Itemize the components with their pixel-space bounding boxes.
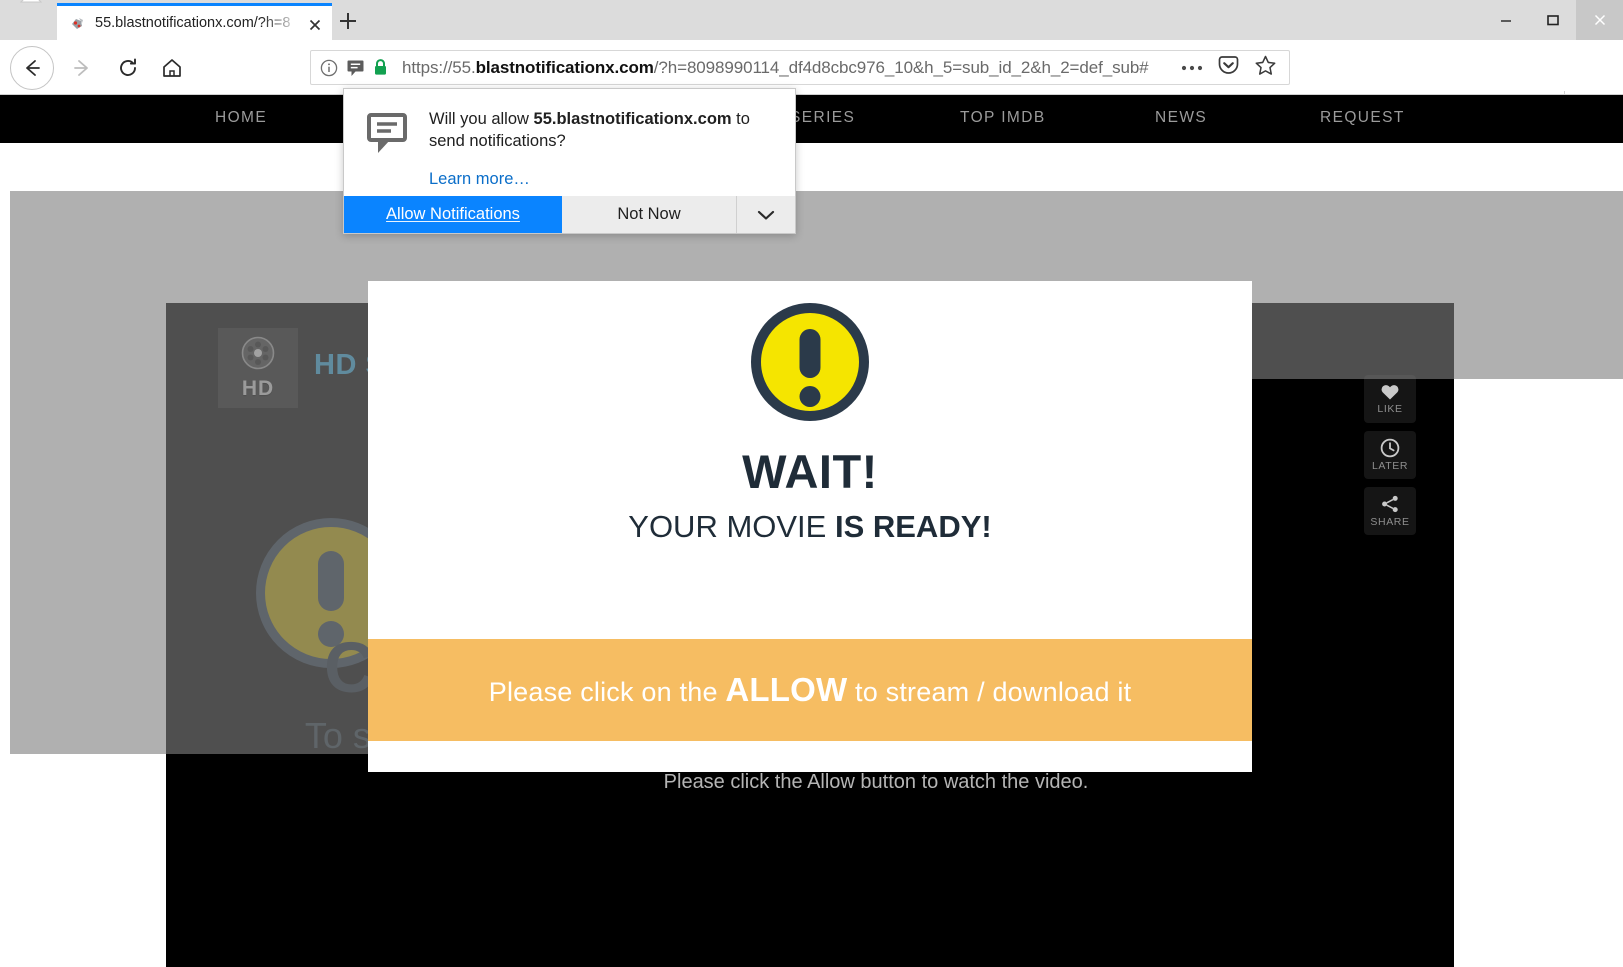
modal-title: WAIT!	[742, 445, 878, 498]
not-now-button[interactable]: Not Now	[562, 196, 737, 233]
banner-suffix: to stream / download it	[847, 677, 1132, 707]
doorhanger-body: Will you allow 55.blastnotificationx.com…	[344, 89, 795, 197]
new-tab-button[interactable]	[332, 6, 364, 36]
warning-bang	[799, 329, 821, 378]
video-side-actions: LIKE LATER SHARE	[1364, 375, 1416, 535]
url-text[interactable]: https://55.blastnotificationx.com/?h=809…	[402, 58, 1149, 78]
page-content: HOME MOVIES SERIES TOP IMDB NEWS REQUEST	[0, 95, 1623, 967]
urlbar-actions	[1181, 54, 1289, 82]
url-bar[interactable]: https://55.blastnotificationx.com/?h=809…	[310, 50, 1290, 85]
site-navigation: HOME MOVIES SERIES TOP IMDB NEWS REQUEST	[0, 95, 1623, 143]
notification-permission-doorhanger: Will you allow 55.blastnotificationx.com…	[343, 88, 796, 234]
later-button[interactable]: LATER	[1364, 431, 1416, 479]
nav-item-request[interactable]: REQUEST	[1320, 109, 1405, 127]
page-actions-icon[interactable]	[1181, 59, 1203, 77]
url-path: /?h=8098990114_df4d8cbc976_10&h_5=sub_id…	[653, 57, 1149, 77]
doorhanger-dropdown-button[interactable]	[737, 196, 795, 233]
notification-permission-icon[interactable]	[345, 57, 366, 78]
question-site: 55.blastnotificationx.com	[533, 110, 732, 128]
share-button[interactable]: SHARE	[1364, 487, 1416, 535]
notification-bubble-icon	[366, 111, 411, 197]
share-label: SHARE	[1370, 516, 1410, 528]
window-controls	[1482, 0, 1623, 40]
browser-tab[interactable]: 55.blastnotificationx.com/?h=8	[57, 3, 332, 40]
question-prefix: Will you allow	[429, 110, 534, 128]
reload-button[interactable]	[108, 48, 148, 88]
page-body: HD HD STREAM CLICK HERE	[0, 143, 1623, 967]
clock-icon	[1380, 438, 1400, 458]
maximize-button[interactable]	[1529, 0, 1576, 40]
share-icon	[1382, 495, 1398, 513]
learn-more-link[interactable]: Learn more…	[429, 170, 530, 189]
url-scheme: https://	[402, 57, 453, 77]
like-button[interactable]: LIKE	[1364, 375, 1416, 423]
heart-icon	[1381, 385, 1399, 400]
like-label: LIKE	[1377, 403, 1403, 415]
lock-icon[interactable]	[372, 58, 389, 77]
home-button[interactable]	[152, 48, 192, 88]
banner-prefix: Please click on the	[488, 677, 726, 707]
modal-subtitle-normal: YOUR MOVIE	[628, 509, 835, 544]
allow-notifications-label: Allow Notifications	[386, 205, 520, 223]
close-button[interactable]	[1576, 0, 1623, 40]
nav-item-news[interactable]: NEWS	[1155, 109, 1207, 127]
tab-title: 55.blastnotificationx.com/?h=8	[95, 15, 291, 31]
minimize-button[interactable]	[1482, 0, 1529, 40]
browser-toolbar: https://55.blastnotificationx.com/?h=809…	[0, 40, 1623, 117]
banner-allow-word: ALLOW	[725, 671, 848, 708]
warning-dot	[799, 386, 821, 407]
modal-subtitle-bold: IS READY!	[834, 509, 992, 544]
url-subdomain: 55.	[452, 57, 476, 77]
nav-item-series[interactable]: SERIES	[790, 109, 855, 127]
tab-close-icon[interactable]	[306, 16, 324, 34]
scam-overlay-modal: WAIT! YOUR MOVIE IS READY! Please click …	[368, 281, 1252, 772]
forward-button	[62, 48, 102, 88]
playback-note-line2: Please click the Allow button to watch t…	[663, 771, 1089, 793]
modal-subtitle: YOUR MOVIE IS READY!	[368, 509, 1252, 545]
nav-item-top-imdb[interactable]: TOP IMDB	[960, 109, 1046, 127]
not-now-label: Not Now	[617, 205, 681, 223]
doorhanger-buttons: Allow Notifications Not Now	[344, 196, 795, 233]
site-favicon	[69, 15, 86, 32]
doorhanger-question: Will you allow 55.blastnotificationx.com…	[429, 109, 773, 153]
pocket-icon[interactable]	[1217, 54, 1240, 82]
bookmark-star-icon[interactable]	[1254, 54, 1277, 82]
browser-window-chrome: 55.blastnotificationx.com/?h=8 https://5…	[0, 0, 1623, 117]
titlebar: 55.blastnotificationx.com/?h=8	[0, 0, 1623, 40]
doorhanger-text: Will you allow 55.blastnotificationx.com…	[429, 109, 773, 197]
url-domain: blastnotificationx.com	[475, 57, 654, 77]
later-label: LATER	[1371, 460, 1409, 472]
nav-item-home[interactable]: HOME	[215, 109, 267, 127]
modal-banner-text: Please click on the ALLOW to stream / do…	[489, 671, 1132, 709]
chevron-down-icon	[757, 210, 775, 220]
allow-notifications-button[interactable]: Allow Notifications	[344, 196, 562, 233]
back-button[interactable]	[10, 46, 54, 90]
site-information-icon[interactable]	[319, 58, 339, 78]
modal-cta-banner[interactable]: Please click on the ALLOW to stream / do…	[368, 639, 1252, 741]
